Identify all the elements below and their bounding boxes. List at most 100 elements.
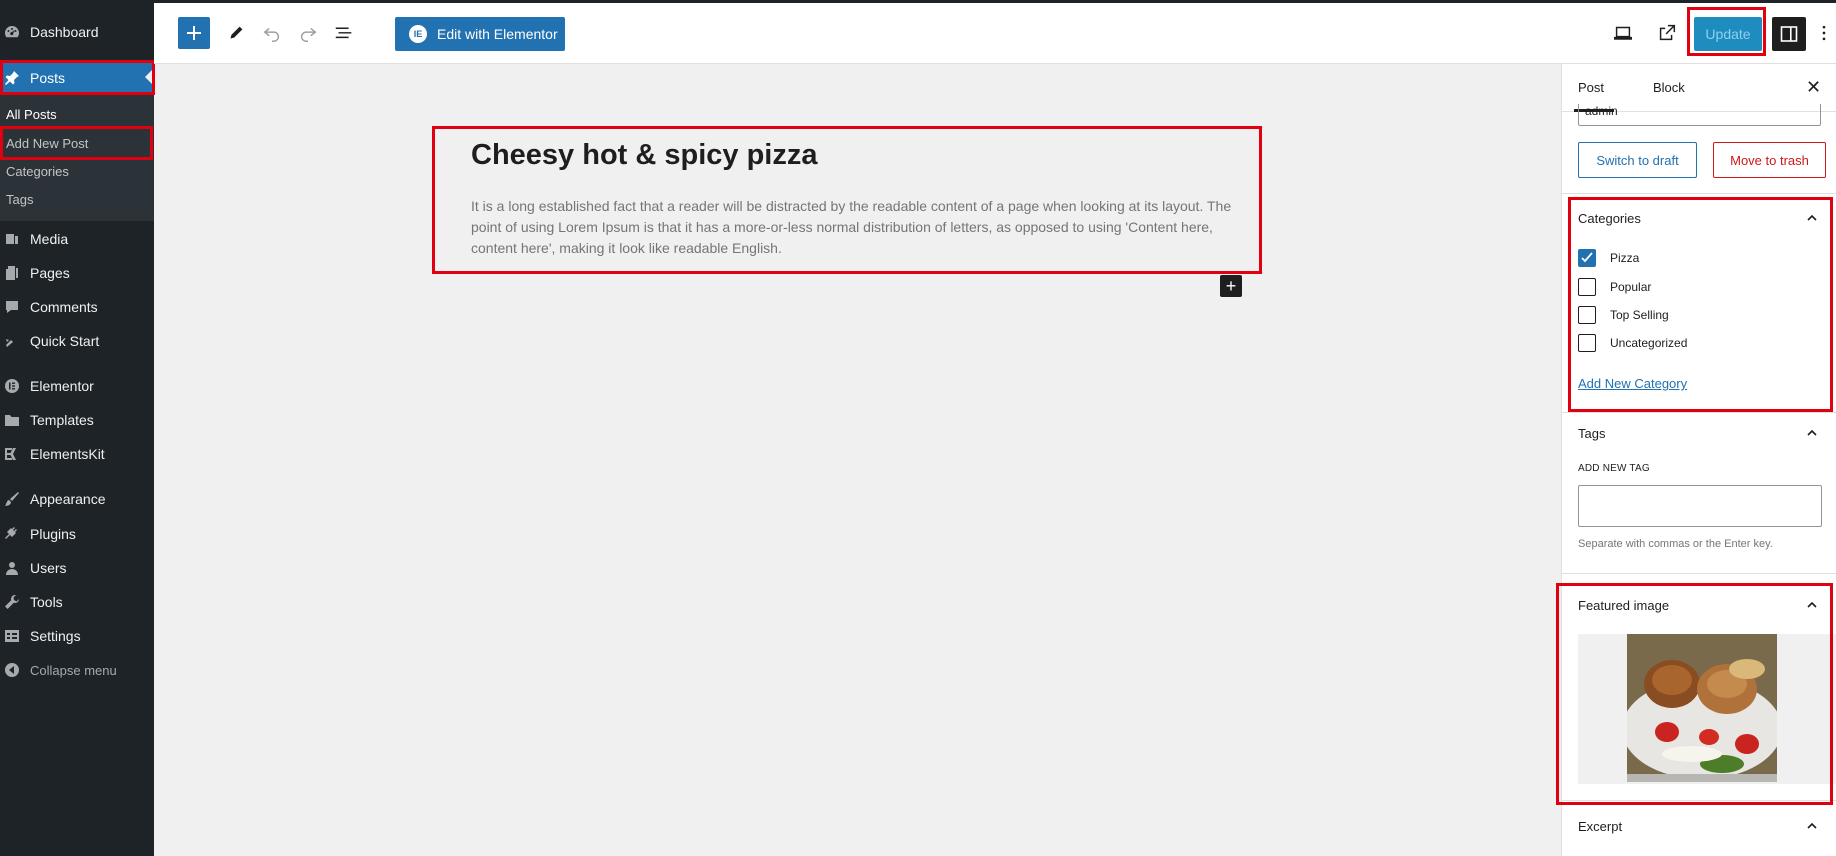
undo-icon	[263, 27, 280, 42]
editor-toolbar: IE Edit with Elementor Update	[154, 3, 1836, 64]
sidebar-item-elementor[interactable]: Elementor	[0, 370, 154, 402]
plus-icon: +	[1225, 275, 1237, 296]
users-icon	[4, 560, 20, 576]
settings-sidebar-toggle[interactable]	[1772, 17, 1806, 51]
sidebar-item-users[interactable]: Users	[0, 552, 154, 584]
chevron-up-icon[interactable]	[1806, 427, 1818, 439]
quick-start-icon	[4, 333, 20, 349]
move-to-trash-button[interactable]: Move to trash	[1713, 142, 1826, 178]
sidebar-item-comments[interactable]: Comments	[0, 291, 154, 323]
sidebar-item-pages[interactable]: Pages	[0, 257, 154, 289]
sidebar-item-quick-start[interactable]: Quick Start	[0, 325, 154, 357]
featured-image-container[interactable]	[1578, 634, 1836, 784]
sidebar-item-label: Appearance	[30, 491, 106, 507]
plus-icon	[187, 26, 201, 40]
sidebar-item-appearance[interactable]: Appearance	[0, 483, 154, 515]
divider	[1562, 193, 1836, 194]
sidebar-item-dashboard[interactable]: Dashboard	[0, 16, 154, 48]
sidebar-item-label: Plugins	[30, 526, 76, 542]
pages-icon	[4, 265, 20, 281]
sidebar-item-settings[interactable]: Settings	[0, 620, 154, 652]
undo-button[interactable]	[256, 17, 288, 49]
sidebar-item-label: Templates	[30, 412, 94, 428]
edit-with-elementor-button[interactable]: IE Edit with Elementor	[395, 17, 565, 51]
categories-title[interactable]: Categories	[1578, 211, 1641, 226]
category-label: Top Selling	[1610, 308, 1669, 322]
post-title[interactable]: Cheesy hot & spicy pizza	[471, 139, 818, 172]
featured-image-title[interactable]: Featured image	[1578, 598, 1669, 613]
sidebar-item-label: Settings	[30, 628, 81, 644]
sidebar-item-posts[interactable]: Posts	[0, 61, 154, 94]
sidebar-item-templates[interactable]: Templates	[0, 404, 154, 436]
sidebar-item-label: Elementor	[30, 378, 94, 394]
sidebar-item-media[interactable]: Media	[0, 223, 154, 255]
sidebar-item-label: Media	[30, 231, 69, 247]
add-new-tag-label: ADD NEW TAG	[1578, 463, 1650, 474]
sidebar-item-elementskit[interactable]: ElementsKit	[0, 438, 154, 470]
submenu-item-add-new-post[interactable]: Add New Post	[6, 136, 88, 151]
sidebar-item-plugins[interactable]: Plugins	[0, 518, 154, 550]
pin-icon	[4, 70, 20, 86]
elementor-icon	[4, 378, 20, 394]
elementor-icon: IE	[409, 25, 427, 43]
collapse-menu-button[interactable]: Collapse menu	[0, 654, 154, 686]
checkbox[interactable]	[1578, 334, 1596, 352]
chevron-up-icon[interactable]	[1806, 599, 1818, 611]
submenu-item-all-posts[interactable]: All Posts	[6, 107, 57, 122]
block-inserter-button[interactable]	[178, 17, 210, 49]
pencil-icon	[230, 26, 243, 39]
sidebar-item-label: Users	[30, 560, 67, 576]
tools-button[interactable]	[220, 17, 252, 49]
sidebar-item-label: Tools	[30, 594, 63, 610]
featured-image	[1627, 634, 1777, 782]
close-icon[interactable]: ✕	[1806, 77, 1821, 98]
category-option-top-selling[interactable]: Top Selling	[1578, 305, 1669, 325]
sidebar-item-label: Collapse menu	[30, 662, 117, 678]
excerpt-title[interactable]: Excerpt	[1578, 819, 1622, 834]
checkbox-checked[interactable]	[1578, 249, 1596, 267]
checkmark-icon	[1581, 252, 1593, 263]
submenu-item-tags[interactable]: Tags	[6, 192, 33, 207]
document-overview-button[interactable]	[328, 17, 360, 49]
tag-input[interactable]	[1578, 485, 1822, 527]
submenu-item-categories[interactable]: Categories	[6, 164, 69, 179]
add-block-button[interactable]: +	[1220, 275, 1242, 297]
tab-block[interactable]: Block	[1653, 80, 1685, 95]
sidebar-item-label: Pages	[30, 265, 70, 281]
sidebar-icon	[1780, 26, 1798, 42]
collapse-icon	[4, 662, 20, 678]
elementskit-icon	[4, 446, 20, 462]
chevron-up-icon[interactable]	[1806, 820, 1818, 832]
update-button[interactable]: Update	[1694, 17, 1762, 51]
options-button[interactable]	[1814, 17, 1834, 49]
divider	[1562, 573, 1836, 574]
sidebar-item-label: Quick Start	[30, 333, 100, 349]
post-paragraph[interactable]: It is a long established fact that a rea…	[471, 196, 1237, 259]
add-new-category-link[interactable]: Add New Category	[1578, 376, 1687, 391]
settings-panel: Post Block ✕ admin Switch to draft Move …	[1561, 64, 1836, 856]
admin-sidebar: Dashboard Posts All Posts Add New Post C…	[0, 0, 154, 856]
checkbox[interactable]	[1578, 278, 1596, 296]
tab-post[interactable]: Post	[1578, 80, 1604, 95]
author-select[interactable]: admin	[1578, 104, 1821, 126]
switch-to-draft-button[interactable]: Switch to draft	[1578, 142, 1697, 178]
external-link-icon	[1659, 24, 1676, 41]
checkbox[interactable]	[1578, 306, 1596, 324]
divider	[1562, 800, 1836, 801]
preview-button[interactable]	[1607, 17, 1639, 49]
redo-button[interactable]	[292, 17, 324, 49]
category-label: Pizza	[1610, 251, 1640, 265]
chevron-up-icon[interactable]	[1806, 212, 1818, 224]
category-option-uncategorized[interactable]: Uncategorized	[1578, 333, 1687, 353]
more-vertical-icon	[1822, 25, 1826, 41]
view-post-button[interactable]	[1651, 17, 1683, 49]
category-option-popular[interactable]: Popular	[1578, 277, 1651, 297]
media-icon	[4, 231, 20, 247]
wrench-icon	[4, 594, 20, 610]
comments-icon	[4, 299, 20, 315]
category-option-pizza[interactable]: Pizza	[1578, 248, 1639, 268]
list-view-icon	[335, 27, 352, 39]
sidebar-item-tools[interactable]: Tools	[0, 586, 154, 618]
plugin-icon	[4, 526, 20, 542]
tags-title[interactable]: Tags	[1578, 426, 1605, 441]
